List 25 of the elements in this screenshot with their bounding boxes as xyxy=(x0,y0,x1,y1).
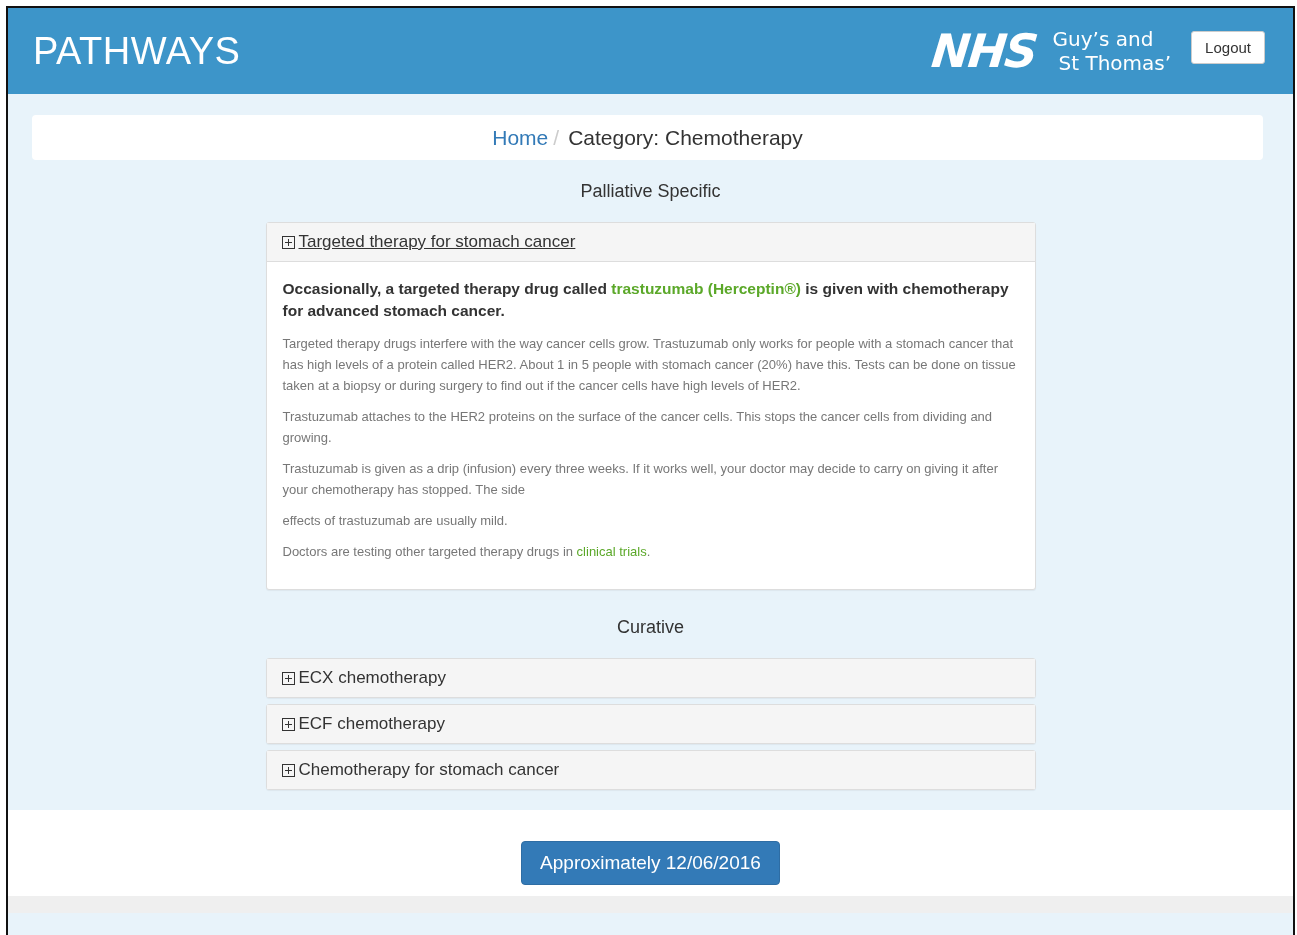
section-heading: Curative xyxy=(616,616,685,639)
nhs-logo: NHS xyxy=(929,24,1040,78)
date-button[interactable]: Approximately 12/06/2016 xyxy=(521,841,780,885)
accordion-header[interactable]: Chemotherapy for stomach cancer xyxy=(266,751,1035,789)
breadcrumb-current: Category: Chemotherapy xyxy=(568,125,803,150)
plus-square-icon xyxy=(281,763,295,777)
accordion-header[interactable]: ECF chemotherapy xyxy=(266,705,1035,743)
paragraph: Doctors are testing other targeted therapy drugs in clinical trials. xyxy=(282,543,652,561)
breadcrumb-link[interactable]: Home xyxy=(492,125,549,150)
plus-square-icon xyxy=(281,235,295,249)
accordion-header[interactable]: Targeted therapy for stomach cancer xyxy=(266,223,1035,262)
accordion-header[interactable]: ECX chemotherapy xyxy=(266,659,1035,697)
plus-square-icon xyxy=(281,717,295,731)
breadcrumb-separator: / xyxy=(552,125,561,150)
paragraph: Trastuzumab is given as a drip (infusion) every three weeks. If it works well, your doctor may decide to carry on giving it after your chemotherapy has stopped. The side xyxy=(282,460,1000,499)
section-heading: Palliative Specific xyxy=(579,180,722,203)
organisation-name: St Thomas’ xyxy=(1057,51,1172,75)
paragraph: effects of trastuzumab are usually mild. xyxy=(282,512,509,530)
paragraph: Trastuzumab attaches to the HER2 proteins on the surface of the cancer cells. This stops the cancer cells from dividing and growing. xyxy=(282,408,994,447)
logout-button[interactable]: Logout xyxy=(1191,30,1265,64)
organisation-name: Guy’s and xyxy=(1052,27,1155,51)
paragraph: Targeted therapy drugs interfere with the way cancer cells grow. Trastuzumab only works for people with a stomach cancer that has high levels of a protein called HER2. About 1 in 5 people with stomach cancer (20%) have this. Tests can be done on tissue taken at a biopsy or during surgery to find out if the cancer cells have high levels of HER2. xyxy=(282,335,1017,395)
lead-text: Occasionally, a targeted therapy drug called trastuzumab (Herceptin®) is given with chemotherapy for advanced stomach cancer. xyxy=(282,279,1010,321)
plus-square-icon xyxy=(281,671,295,685)
app-title: PATHWAYS xyxy=(33,29,242,73)
